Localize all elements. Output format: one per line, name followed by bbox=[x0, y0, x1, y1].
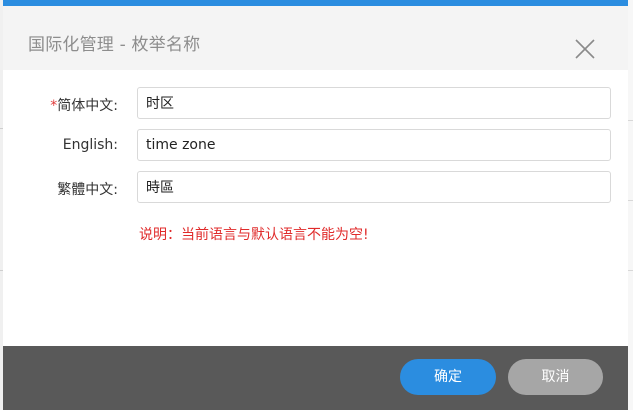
dialog-header: 国际化管理 - 枚举名称 bbox=[3, 6, 628, 70]
validation-hint: 说明：当前语言与默认语言不能为空! bbox=[139, 227, 369, 243]
simplified-chinese-input[interactable] bbox=[137, 87, 611, 119]
screen: 国际化管理 - 枚举名称 *简体中文: English: bbox=[0, 0, 633, 410]
form-row-simplified-chinese: *简体中文: bbox=[3, 87, 628, 121]
background-divider bbox=[628, 120, 633, 121]
form-row-traditional-chinese: 繁體中文: bbox=[3, 171, 628, 205]
field-label-text: English: bbox=[62, 137, 118, 153]
field-label-text: 简体中文: bbox=[57, 98, 118, 114]
dialog-title: 国际化管理 - 枚举名称 bbox=[28, 35, 201, 55]
english-input[interactable] bbox=[137, 129, 611, 161]
field-label: 繁體中文: bbox=[23, 179, 118, 199]
background-divider bbox=[628, 200, 633, 201]
traditional-chinese-input[interactable] bbox=[137, 171, 611, 203]
field-label: *简体中文: bbox=[23, 95, 118, 115]
form-row-english: English: bbox=[3, 129, 628, 163]
i18n-dialog: 国际化管理 - 枚举名称 *简体中文: English: bbox=[3, 0, 628, 410]
cancel-button[interactable]: 取消 bbox=[508, 359, 603, 395]
close-button[interactable] bbox=[573, 37, 597, 61]
field-label: English: bbox=[23, 137, 118, 153]
field-label-text: 繁體中文: bbox=[57, 182, 118, 198]
dialog-footer: 确定 取消 bbox=[3, 346, 628, 410]
background-divider bbox=[628, 270, 633, 271]
close-icon bbox=[573, 37, 597, 61]
confirm-button[interactable]: 确定 bbox=[400, 359, 496, 395]
